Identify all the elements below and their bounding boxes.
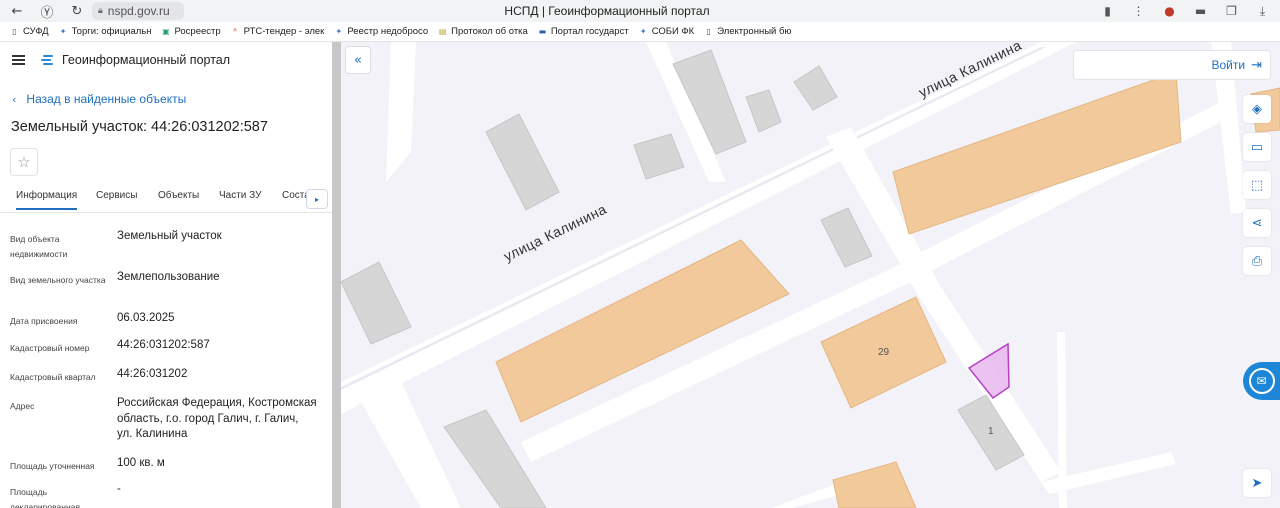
field-value: Российская Федерация, Костромская област… [117, 397, 317, 440]
building [485, 113, 560, 211]
bookmark-item[interactable]: ▬ Портал государст [537, 26, 629, 37]
page-icon: ▯ [12, 27, 17, 36]
tabs-scroll-right-icon[interactable]: ▸ [306, 189, 328, 209]
building [745, 89, 782, 133]
bookmark-label: СОБИ ФК [651, 26, 695, 37]
more-menu-icon[interactable]: ⋮ [1125, 0, 1152, 22]
field-label: Вид объекта недвижимости [10, 234, 68, 259]
object-info-panel: Геоинформационный портал ‹ Назад в найде… [0, 42, 332, 508]
double-chevron-left-icon: « [354, 52, 362, 68]
rts-icon: ᴿ [233, 27, 237, 36]
emblem-icon: ✦ [335, 27, 343, 36]
bookmark-label: СУФД [23, 26, 49, 37]
download-icon[interactable]: ⤓ [1249, 0, 1276, 22]
bookmark-item[interactable]: ✦ Торги: официальн [58, 26, 152, 37]
rosreestr-icon: ▣ [162, 27, 170, 36]
info-tabs: Информация Сервисы Объекты Части ЗУ Сост… [0, 187, 332, 213]
back-label: Назад в найденные объекты [26, 92, 187, 106]
collapse-panel-button[interactable]: « [345, 46, 371, 74]
extension-icon[interactable]: ▬ [1187, 0, 1214, 22]
building [793, 65, 838, 111]
login-label: Войти [1211, 58, 1246, 72]
favorite-star-icon[interactable]: ☆ [10, 148, 38, 176]
layers-icon[interactable]: ◈ [1243, 95, 1271, 123]
house-number-29: 29 [878, 347, 890, 358]
building [341, 261, 412, 345]
bookmark-item[interactable]: ᴿ РТС-тендер - элек [230, 26, 325, 37]
tab-objects[interactable]: Объекты [158, 190, 199, 201]
field-label: Адрес [10, 401, 35, 411]
field-value: Землепользование [117, 271, 220, 283]
field-label: Вид земельного участка [10, 275, 106, 285]
field-value: 44:26:031202 [117, 368, 188, 380]
back-to-results-link[interactable]: ‹ Назад в найденные объекты [12, 92, 186, 106]
tab-services[interactable]: Сервисы [96, 190, 137, 201]
house-number-1: 1 [988, 426, 994, 437]
building [820, 207, 873, 268]
object-title: Земельный участок: 44:26:031202:587 [11, 119, 268, 135]
field-label: Кадастровый квартал [10, 372, 96, 382]
avatar-icon[interactable]: ● [1156, 0, 1183, 22]
ruler-icon[interactable]: ▭ [1243, 133, 1271, 161]
bookmark-item[interactable]: ▤ Протокол об отка [437, 26, 528, 37]
page-title: НСПД | Геоинформационный портал [504, 4, 710, 18]
tab-parts[interactable]: Части ЗУ [219, 190, 261, 201]
browser-toolbar: ← Ⓨ ↻ 🔒︎ nspd.gov.ru НСПД | Геоинформаци… [0, 0, 1280, 22]
panel-scrollbar[interactable] [332, 42, 341, 508]
bookmark-item[interactable]: ▣ Росреестр [160, 26, 220, 37]
emblem-icon: ✦ [59, 27, 67, 36]
bookmark-icon[interactable]: ▮ [1094, 0, 1121, 22]
field-label: Дата присвоения [10, 316, 78, 326]
building [633, 133, 685, 180]
field-value: 06.03.2025 [117, 312, 175, 324]
road-left [361, 382, 461, 508]
page-icon: ▯ [706, 27, 711, 36]
bookmark-label: Реестр недобросо [347, 26, 429, 37]
bookmark-label: Торги: официальн [71, 26, 152, 37]
login-button[interactable]: Войти ⇥ [1073, 50, 1271, 80]
map-svg [341, 42, 1280, 508]
bookmark-label: РТС-тендер - элек [243, 26, 325, 37]
tab-information[interactable]: Информация [16, 190, 78, 210]
bookmark-label: Росреестр [174, 26, 221, 37]
flag-icon: ▬ [538, 27, 547, 36]
hamburger-menu-icon[interactable] [12, 55, 25, 65]
field-label: Площадь декларированная [10, 487, 80, 508]
area-select-icon[interactable]: ⬚ [1243, 171, 1271, 199]
bookmark-label: Портал государст [550, 26, 629, 37]
bookmark-item[interactable]: ✦ Реестр недобросо [333, 26, 428, 37]
folder-icon: ▤ [438, 27, 447, 36]
collections-icon[interactable]: ❐ [1218, 0, 1245, 22]
geolocation-icon[interactable]: ➤ [1243, 469, 1271, 497]
assistant-button[interactable]: ✉ [1243, 362, 1280, 400]
bookmarks-bar: ▯ СУФД ✦ Торги: официальн ▣ Росреестр ᴿ РТС-тен… [0, 22, 1280, 42]
login-icon: ⇥ [1251, 57, 1262, 73]
parcel-south [832, 461, 917, 508]
field-label: Кадастровый номер [10, 343, 90, 353]
chevron-left-icon: ‹ [12, 92, 17, 106]
chat-icon: ✉ [1248, 368, 1275, 394]
field-value: Земельный участок [117, 230, 222, 242]
field-value: - [117, 483, 121, 495]
map-canvas[interactable]: улица Калинина улица Калинина 29 1 [341, 42, 1280, 508]
panel-header: Геоинформационный портал [0, 42, 332, 78]
road-northwest [386, 42, 416, 182]
bookmark-item[interactable]: ✦ СОБИ ФК [638, 26, 695, 37]
bookmark-item[interactable]: ▯ СУФД [9, 26, 49, 37]
emblem-icon: ✦ [639, 27, 647, 36]
bookmark-label: Электронный бю [717, 26, 792, 37]
share-icon[interactable]: ⋖ [1243, 209, 1271, 237]
bookmark-label: Протокол об отка [451, 26, 528, 37]
field-value: 100 кв. м [117, 457, 165, 469]
field-value: 44:26:031202:587 [117, 339, 210, 351]
print-icon[interactable]: ⎙ [1243, 247, 1271, 275]
bookmark-item[interactable]: ▯ Электронный бю [703, 26, 791, 37]
nspd-logo-icon [41, 53, 55, 67]
portal-name: Геоинформационный портал [62, 53, 231, 67]
field-label: Площадь уточненная [10, 461, 95, 471]
